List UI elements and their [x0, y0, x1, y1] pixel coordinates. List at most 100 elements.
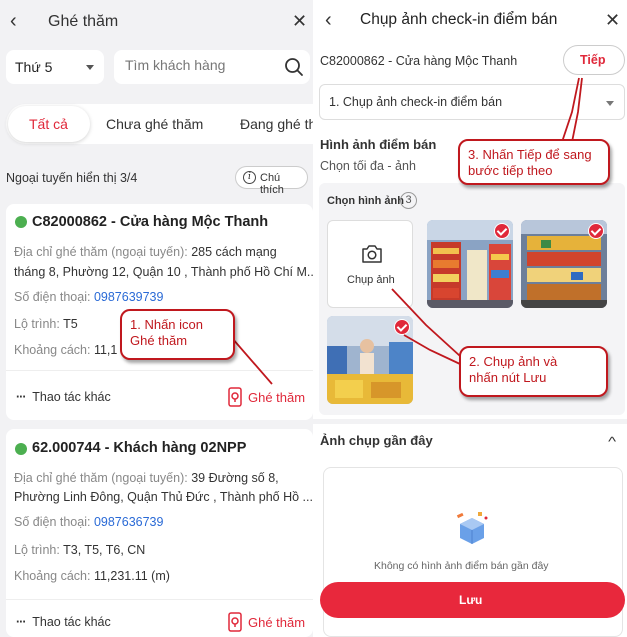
online-status-dot — [15, 216, 27, 228]
distance-value: 11,231.11 (m) — [93, 569, 170, 583]
day-select[interactable]: Thứ 5 — [6, 50, 104, 84]
callout-step-2: 2. Chụp ảnh và nhấn nút Lưu — [459, 346, 608, 397]
customer-name: 62.000744 - Khách hàng 02NPP — [32, 440, 247, 456]
online-status-dot — [15, 443, 27, 455]
capture-photo-label: Chụp ảnh — [347, 274, 395, 286]
visit-button[interactable]: Ghé thăm — [248, 390, 305, 405]
store-photo-thumbnail[interactable] — [427, 220, 513, 308]
route-value: T3, T5, T6, CN — [63, 543, 146, 557]
page-title: Chụp ảnh check-in điểm bán — [360, 11, 558, 28]
recent-photos-title: Ảnh chụp gần đây — [320, 433, 433, 448]
close-icon[interactable]: ✕ — [605, 10, 620, 31]
route-line: Lộ trình: T3, T5, T6, CN — [14, 543, 145, 557]
store-name: C82000862 - Cửa hàng Mộc Thanh — [320, 54, 518, 68]
store-photo-thumbnail[interactable] — [327, 316, 413, 404]
route-line: Lộ trình: T5 — [14, 317, 78, 331]
visit-tabs: Tất cả Chưa ghé thăm Đang ghé th — [6, 104, 313, 144]
phone-label: Số điện thoại: — [14, 515, 91, 529]
distance-value: 11,1 — [93, 343, 118, 357]
legend-button[interactable]: i Chú thích — [235, 166, 308, 196]
back-icon[interactable]: ‹ — [325, 9, 332, 32]
address-label: Địa chỉ ghé thăm (ngoại tuyến): — [14, 471, 188, 485]
distance-label: Khoảng cách: — [14, 343, 91, 357]
next-button[interactable]: Tiếp — [563, 45, 625, 75]
divider — [6, 599, 313, 600]
header: ‹ Ghé thăm ✕ — [0, 0, 313, 44]
next-button-label: Tiếp — [580, 53, 606, 67]
back-icon[interactable]: ‹ — [10, 10, 17, 33]
visit-button[interactable]: Ghé thăm — [248, 615, 305, 630]
distance-line: Khoảng cách: 11,1 — [14, 343, 117, 357]
address-line-1: Địa chỉ ghé thăm (ngoại tuyến): 285 cách… — [14, 245, 277, 259]
selected-check-icon — [494, 223, 510, 239]
legend-label: Chú thích — [260, 172, 284, 196]
store-photo-thumbnail[interactable] — [521, 220, 607, 308]
empty-state-text: Không có hình ảnh điểm bán gần đây — [374, 560, 549, 572]
callout-line: bước tiếp theo — [468, 163, 553, 178]
divider — [313, 419, 627, 424]
more-actions-label: Thao tác khác — [32, 390, 111, 404]
divider — [6, 370, 313, 371]
section-subtitle: Chọn tối đa - ảnh — [320, 159, 416, 173]
search-input[interactable] — [125, 57, 275, 73]
callout-line: nhấn nút Lưu — [469, 370, 547, 385]
route-value: T5 — [63, 317, 78, 331]
tab-visiting[interactable]: Đang ghé th — [240, 116, 313, 132]
more-actions-button[interactable]: ··· Thao tác khác — [16, 615, 111, 629]
phone-line: Số điện thoại: 0987636739 — [14, 515, 163, 529]
callout-step-1: 1. Nhấn icon Ghé thăm — [120, 309, 235, 360]
address-value: 285 cách mạng — [191, 245, 277, 259]
checkin-photo-screen: ‹ Chụp ảnh check-in điểm bán ✕ C82000862… — [313, 0, 627, 637]
day-select-value: Thứ 5 — [15, 59, 53, 75]
address-line-1: Địa chỉ ghé thăm (ngoại tuyến): 39 Đường… — [14, 471, 279, 485]
selected-check-icon — [394, 319, 410, 335]
capture-photo-button[interactable]: Chụp ảnh — [327, 220, 413, 308]
tab-not-visited[interactable]: Chưa ghé thăm — [106, 116, 203, 132]
distance-line: Khoảng cách: 11,231.11 (m) — [14, 569, 170, 583]
search-box[interactable] — [114, 50, 310, 84]
selected-count-badge: 3 — [400, 192, 417, 209]
phone-line: Số điện thoại: 0987639739 — [14, 290, 163, 304]
header: ‹ Chụp ảnh check-in điểm bán ✕ — [313, 0, 627, 42]
address-label: Địa chỉ ghé thăm (ngoại tuyến): — [14, 245, 188, 259]
visit-pin-icon[interactable] — [228, 612, 242, 632]
callout-line: Ghé thăm — [130, 333, 188, 348]
more-dots-icon: ··· — [16, 390, 26, 404]
step-select[interactable]: 1. Chụp ảnh check-in điểm bán — [319, 84, 625, 120]
chevron-up-icon[interactable]: ^ — [608, 434, 616, 449]
chevron-down-icon — [606, 101, 614, 106]
tab-all-label: Tất cả — [29, 116, 68, 132]
empty-box-icon — [456, 512, 488, 544]
visit-pin-icon[interactable] — [228, 387, 242, 407]
route-label: Lộ trình: — [14, 317, 60, 331]
select-images-label: Chọn hình ảnh — [327, 195, 404, 207]
offline-count-text: Ngoại tuyến hiển thị 3/4 — [6, 171, 138, 185]
address-line-2: Phường Linh Đông, Quận Thủ Đức , Thành p… — [14, 490, 313, 504]
tab-all[interactable]: Tất cả — [8, 106, 90, 142]
selected-check-icon — [588, 223, 604, 239]
more-dots-icon: ··· — [16, 615, 26, 629]
address-value: 39 Đường số 8, — [191, 471, 279, 485]
phone-label: Số điện thoại: — [14, 290, 91, 304]
step-select-value: 1. Chụp ảnh check-in điểm bán — [329, 95, 503, 109]
save-button[interactable]: Lưu — [320, 582, 625, 618]
more-actions-label: Thao tác khác — [32, 615, 111, 629]
phone-link[interactable]: 0987636739 — [94, 515, 164, 529]
close-icon[interactable]: ✕ — [292, 11, 307, 32]
page-title: Ghé thăm — [48, 13, 119, 30]
more-actions-button[interactable]: ··· Thao tác khác — [16, 390, 111, 404]
callout-step-3: 3. Nhấn Tiếp để sang bước tiếp theo — [458, 139, 610, 185]
search-icon[interactable] — [284, 57, 304, 77]
chevron-down-icon — [86, 65, 94, 70]
callout-line: 2. Chụp ảnh và — [469, 354, 558, 369]
customer-card[interactable]: 62.000744 - Khách hàng 02NPP Địa chỉ ghé… — [6, 429, 313, 637]
address-line-2: tháng 8, Phường 12, Quận 10 , Thành phố … — [14, 265, 313, 279]
phone-link[interactable]: 0987639739 — [94, 290, 164, 304]
callout-line: 3. Nhấn Tiếp để sang — [468, 147, 592, 162]
section-title: Hình ảnh điểm bán — [320, 137, 437, 152]
distance-label: Khoảng cách: — [14, 569, 91, 583]
save-button-label: Lưu — [459, 593, 483, 607]
customer-name: C82000862 - Cửa hàng Mộc Thanh — [32, 214, 269, 230]
callout-line: 1. Nhấn icon — [130, 317, 203, 332]
camera-icon — [362, 245, 382, 263]
